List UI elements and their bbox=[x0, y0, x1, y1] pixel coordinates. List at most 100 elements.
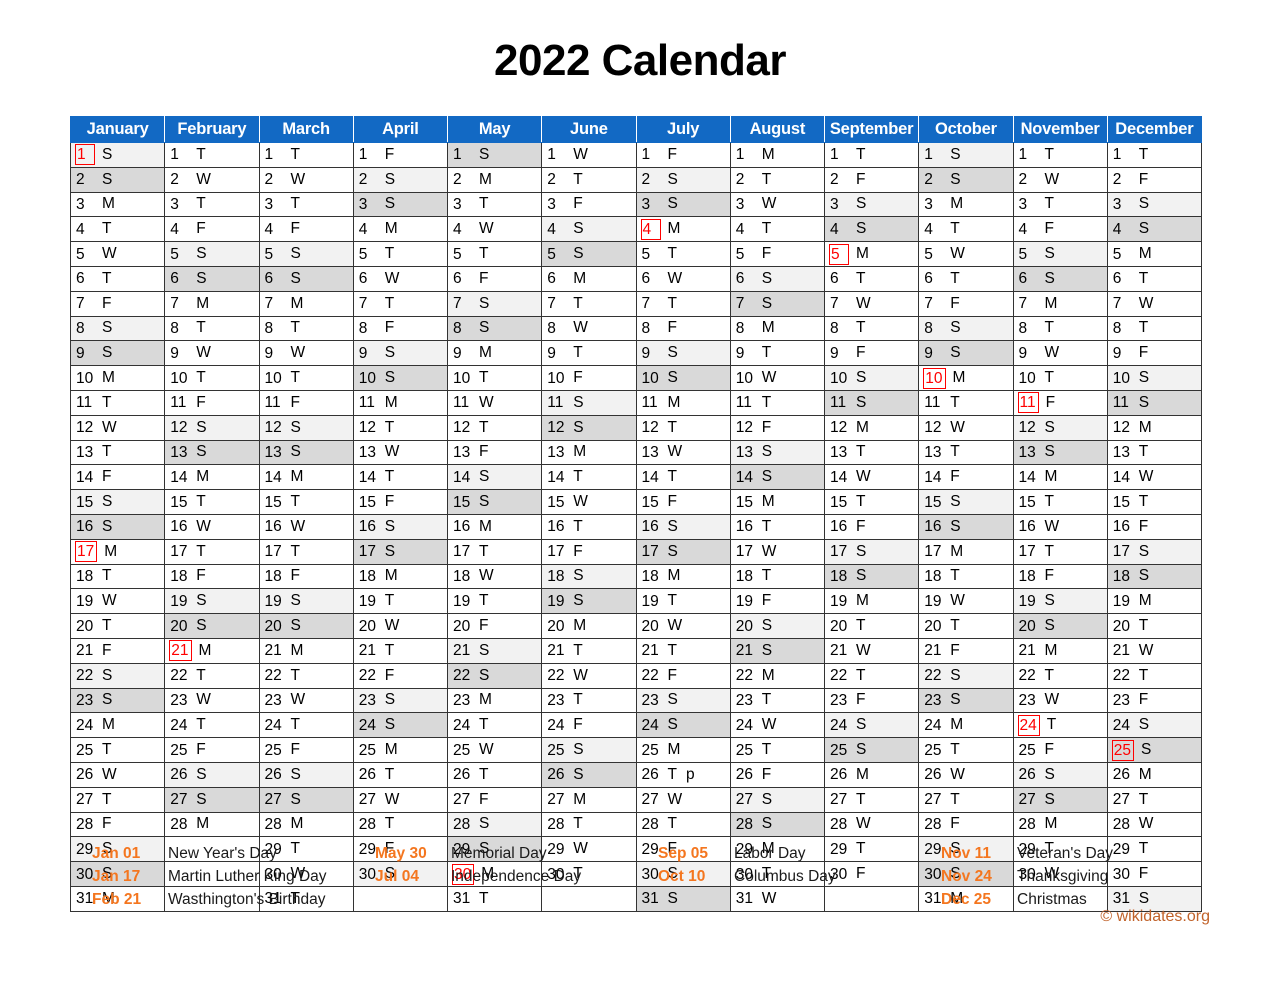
day-of-week-letter: T bbox=[667, 592, 677, 610]
day-number: 14 bbox=[358, 468, 376, 486]
day-cell-august-24: 24 W bbox=[729, 712, 826, 739]
day-of-week-letter: S bbox=[1044, 617, 1055, 635]
day-number: 14 bbox=[453, 468, 471, 486]
day-cell-september-7: 7W bbox=[823, 290, 920, 317]
day-number: 16 bbox=[924, 518, 942, 536]
day-cell-february-7: 7M bbox=[164, 290, 260, 317]
day-cell-august-19: 19 F bbox=[729, 588, 826, 615]
day-number: 22 bbox=[830, 667, 848, 685]
day-number: 19 bbox=[735, 592, 753, 610]
calendar-row: 22 S 22 T 22 T 22 F 22 S 22 W 22 F 22 M 22 T 22 S 22 T 22 T bbox=[69, 662, 1203, 689]
day-number: 9 bbox=[170, 344, 179, 362]
day-of-week-letter: S bbox=[761, 468, 773, 486]
holiday-date: Jan 17 bbox=[92, 868, 141, 885]
day-number: 18 bbox=[1018, 567, 1036, 585]
holiday-legend-item: Sep 05 Labor Day bbox=[658, 842, 836, 865]
day-number: 11 bbox=[735, 394, 752, 412]
day-cell-november-17: 17 T bbox=[1012, 538, 1108, 565]
day-cell-june-25: 25 S bbox=[541, 737, 637, 763]
day-of-week-letter: M bbox=[952, 369, 966, 387]
day-number: 13 bbox=[1112, 443, 1130, 461]
day-cell-august-23: 23 T bbox=[729, 687, 826, 714]
day-cell-november-6: 6S bbox=[1012, 265, 1108, 292]
holiday-legend-item: Jul 04 Independence Day bbox=[375, 865, 581, 888]
day-cell-june-8: 8W bbox=[541, 315, 637, 342]
day-number: 6 bbox=[830, 270, 839, 288]
day-number: 27 bbox=[1018, 791, 1036, 809]
holiday-legend-item: Feb 21 Wasthington's Birthday bbox=[92, 888, 327, 911]
day-cell-january-24: 24 M bbox=[69, 712, 166, 739]
calendar-body: 1S1T1T1F1S1W1F1M1T1S1T1T2S2W2W2S2M2T2S2T… bbox=[69, 142, 1203, 912]
day-number: 6 bbox=[924, 270, 933, 288]
day-cell-march-13: 13 S bbox=[258, 439, 354, 466]
day-number: 18 bbox=[264, 567, 282, 585]
day-cell-january-4: 4T bbox=[69, 216, 166, 243]
day-number: 19 bbox=[924, 592, 942, 610]
day-number: 20 bbox=[170, 617, 188, 635]
day-of-week-letter: S bbox=[479, 468, 490, 486]
day-number: 7 bbox=[264, 295, 274, 313]
day-cell-august-15: 15 M bbox=[729, 489, 826, 515]
day-cell-february-24: 24 T bbox=[164, 712, 260, 739]
day-number: 26 bbox=[830, 766, 848, 784]
day-number: 1 bbox=[547, 146, 556, 164]
day-of-week-letter: S bbox=[667, 344, 678, 362]
day-of-week-letter: T bbox=[102, 443, 112, 461]
day-cell-february-8: 8T bbox=[164, 315, 260, 342]
day-number: 27 bbox=[641, 791, 659, 809]
calendar-row: 28 F 28 M 28 M 28 T 28 S 28 T 28 T 28 S 28 W 28 F 28 M 28 W bbox=[69, 811, 1203, 838]
day-cell-october-5: 5W bbox=[918, 241, 1014, 267]
day-number: 18 bbox=[76, 567, 94, 585]
day-number: 2 bbox=[170, 171, 179, 189]
day-cell-september-24: 24 S bbox=[823, 712, 920, 739]
month-header-february: February bbox=[164, 116, 260, 143]
day-cell-july-4: 4M bbox=[635, 216, 731, 243]
day-cell-may-10: 10 T bbox=[446, 365, 543, 391]
day-number: 21 bbox=[358, 642, 376, 660]
day-number: 1 bbox=[1018, 146, 1028, 164]
day-number: 28 bbox=[735, 815, 753, 833]
day-number: 13 bbox=[1018, 443, 1036, 461]
day-of-week-letter: T bbox=[667, 641, 677, 659]
day-cell-january-8: 8S bbox=[69, 315, 166, 342]
day-number: 18 bbox=[735, 567, 753, 585]
day-of-week-letter: S bbox=[102, 145, 113, 163]
holiday-date: Feb 21 bbox=[92, 891, 142, 908]
day-number: 9 bbox=[735, 344, 745, 362]
day-of-week-letter: F bbox=[950, 468, 960, 486]
day-number: 6 bbox=[547, 270, 556, 288]
day-of-week-letter: T bbox=[479, 418, 489, 436]
day-number: 10 bbox=[76, 369, 94, 387]
day-number: 22 bbox=[547, 667, 565, 685]
day-of-week-letter: W bbox=[761, 716, 777, 734]
day-cell-august-5: 5F bbox=[729, 241, 826, 267]
day-cell-february-28: 28 M bbox=[164, 811, 260, 838]
holiday-legend-column-0: Jan 01 New Year's Day Jan 17 Martin Luther … bbox=[92, 842, 327, 911]
day-cell-june-15: 15 W bbox=[541, 489, 637, 515]
day-number: 13 bbox=[170, 443, 188, 461]
day-number: 21 bbox=[641, 642, 659, 660]
day-cell-september-14: 14 W bbox=[823, 464, 920, 491]
day-of-week-letter: W bbox=[1044, 691, 1060, 709]
day-number: 17 bbox=[1018, 543, 1036, 561]
day-cell-september-6: 6T bbox=[823, 265, 920, 292]
calendar-row: 14 F 14 M 14 M 14 T 14 S 14 T 14 T 14 S 14 W 14 F 14 M 14 W bbox=[69, 464, 1203, 491]
day-number: 23 bbox=[453, 691, 471, 709]
day-number: 2 bbox=[76, 171, 85, 189]
day-number: 11 bbox=[76, 394, 93, 412]
day-number: 26 bbox=[1018, 766, 1036, 784]
day-cell-december-18: 18 S bbox=[1106, 563, 1203, 590]
day-number: 8 bbox=[264, 319, 274, 337]
day-of-week-letter: F bbox=[950, 815, 960, 833]
day-number: 24 bbox=[170, 716, 188, 734]
day-number: 20 bbox=[547, 617, 565, 635]
day-cell-june-12: 12 S bbox=[541, 414, 637, 441]
day-cell-july-20: 20 W bbox=[635, 613, 731, 639]
day-cell-january-28: 28 F bbox=[69, 811, 166, 838]
day-of-week-letter: M bbox=[856, 592, 869, 610]
day-cell-march-6: 6S bbox=[258, 265, 354, 292]
day-of-week-letter: F bbox=[856, 517, 866, 535]
day-number: 8 bbox=[1018, 319, 1028, 337]
day-of-week-letter: S bbox=[1138, 716, 1150, 734]
day-cell-june-2: 2T bbox=[541, 166, 637, 193]
